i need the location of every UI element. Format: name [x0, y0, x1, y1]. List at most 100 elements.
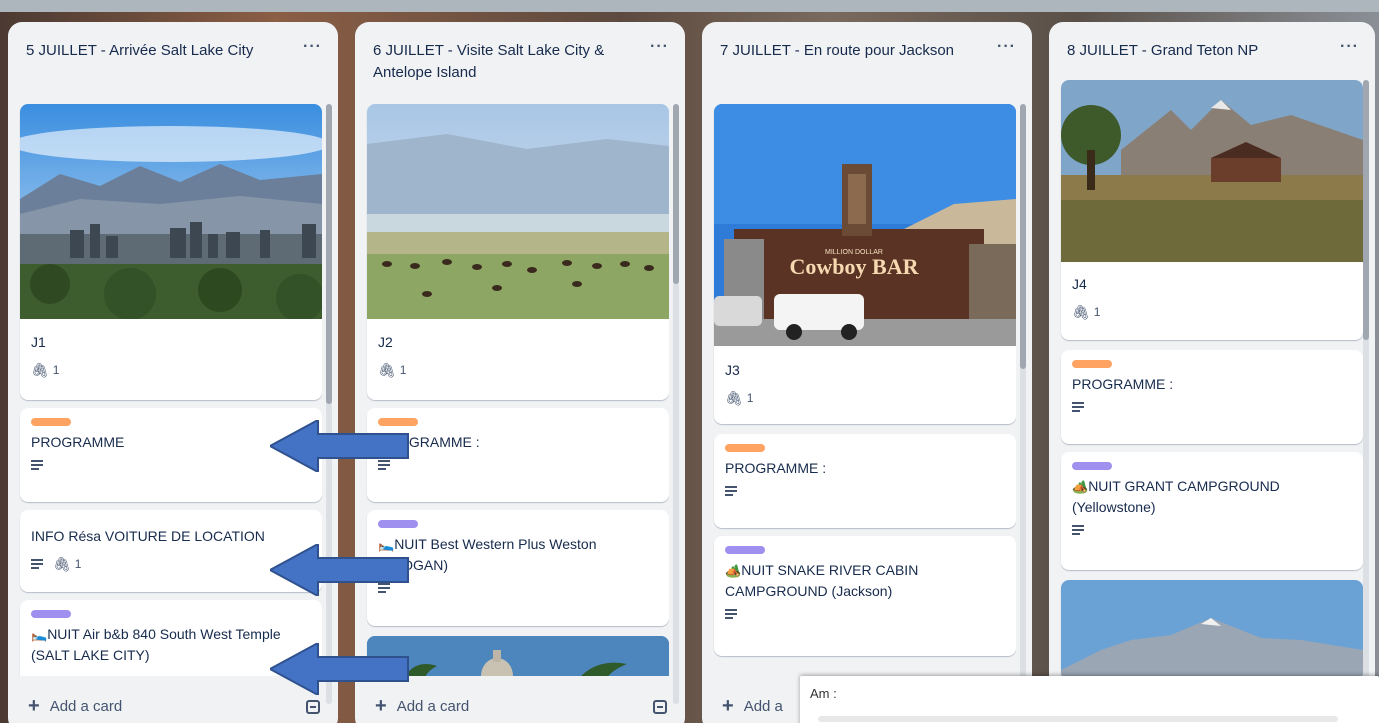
- card-badges: [378, 460, 661, 470]
- card-badges: 🖇 1: [725, 388, 1008, 408]
- attachment-badge: 🖇 1: [378, 360, 406, 380]
- scroll-thumb[interactable]: [1020, 104, 1026, 369]
- card-cover-cowboy-bar: MILLION DOLLAR Cowboy BAR: [714, 104, 1016, 346]
- card-body: J1 🖇 1: [31, 332, 314, 380]
- list-title[interactable]: 5 JUILLET - Arrivée Salt Lake City: [26, 40, 276, 62]
- attachment-badge: 🖇 1: [725, 388, 753, 408]
- attachment-badge: 🖇 1: [1072, 302, 1100, 322]
- card-teton-cover[interactable]: [1061, 580, 1363, 676]
- list-scrollbar[interactable]: [673, 104, 679, 704]
- scroll-thumb[interactable]: [326, 104, 332, 404]
- add-card-label: Add a: [743, 697, 783, 715]
- overlay-popup[interactable]: Am :: [800, 676, 1379, 723]
- list-5-juillet: 5 JUILLET - Arrivée Salt Lake City ··· J…: [8, 22, 338, 723]
- card-template-icon[interactable]: [306, 700, 320, 714]
- list-title[interactable]: 8 JUILLET - Grand Teton NP: [1067, 40, 1317, 62]
- card-j1[interactable]: J1 🖇 1: [20, 104, 322, 400]
- scroll-thumb[interactable]: [673, 104, 679, 284]
- list-title[interactable]: 7 JUILLET - En route pour Jackson: [720, 40, 970, 62]
- card-title: PROGRAMME :: [1072, 376, 1174, 392]
- card-capitol-cover[interactable]: [367, 636, 669, 676]
- card-badges: 🖇 1: [378, 360, 661, 380]
- camping-icon: 🏕️: [725, 563, 742, 578]
- list-menu-button[interactable]: ···: [303, 38, 322, 56]
- description-icon: [725, 486, 737, 496]
- list-scrollbar[interactable]: [326, 104, 332, 704]
- card-title: 🏕️NUIT GRANT CAMPGROUND (Yellowstone): [1072, 476, 1355, 517]
- camping-icon: 🏕️: [1072, 479, 1089, 494]
- purple-label[interactable]: [378, 520, 418, 528]
- annotation-arrow-3: [270, 643, 409, 695]
- list-8-juillet: 8 JUILLET - Grand Teton NP ··· J4 🖇 1 PR…: [1049, 22, 1375, 723]
- list-scrollbar[interactable]: [1363, 80, 1369, 680]
- card-cover-teton-range: [1061, 580, 1363, 676]
- card-badges: [725, 486, 1008, 496]
- orange-label[interactable]: [31, 418, 71, 426]
- card-programme[interactable]: PROGRAMME :: [714, 434, 1016, 528]
- card-badges: 🖇 1: [31, 360, 314, 380]
- card-title-text: NUIT GRANT CAMPGROUND (Yellowstone): [1072, 478, 1280, 515]
- card-body: 🛌NUIT Best Western Plus Weston n (LOGAN): [378, 520, 661, 593]
- description-icon: [1072, 402, 1084, 412]
- attachment-count: 1: [1093, 305, 1101, 319]
- card-body: 🏕️NUIT SNAKE RIVER CABIN CAMPGROUND (Jac…: [725, 546, 1008, 619]
- paperclip-icon: 🖇: [31, 362, 49, 378]
- card-j3[interactable]: MILLION DOLLAR Cowboy BAR J3 🖇 1: [714, 104, 1016, 424]
- plus-icon: +: [28, 695, 40, 717]
- card-title-text: NUIT Air b&b 840 South West Temple (SALT…: [31, 626, 281, 663]
- card-programme[interactable]: OGRAMME :: [367, 408, 669, 502]
- card-title: 🏕️NUIT SNAKE RIVER CABIN CAMPGROUND (Jac…: [725, 560, 1008, 601]
- add-card-button[interactable]: + Add a: [722, 696, 783, 716]
- card-badges: [1072, 525, 1355, 535]
- plus-icon: +: [375, 695, 387, 717]
- card-body: PROGRAMME :: [1072, 360, 1355, 412]
- sign-main-text: Cowboy BAR: [790, 254, 920, 279]
- description-icon: [31, 559, 43, 569]
- attachment-count: 1: [399, 363, 407, 377]
- card-j2[interactable]: J2 🖇 1: [367, 104, 669, 400]
- card-programme[interactable]: PROGRAMME :: [1061, 350, 1363, 444]
- card-nuit-snake-river[interactable]: 🏕️NUIT SNAKE RIVER CABIN CAMPGROUND (Jac…: [714, 536, 1016, 656]
- card-template-icon[interactable]: [653, 700, 667, 714]
- card-body: PROGRAMME :: [725, 444, 1008, 496]
- paperclip-icon: 🖇: [725, 390, 743, 406]
- scroll-thumb[interactable]: [1363, 80, 1369, 340]
- card-j4[interactable]: J4 🖇 1: [1061, 80, 1363, 340]
- add-card-label: Add a card: [396, 697, 470, 715]
- card-list: MILLION DOLLAR Cowboy BAR J3 🖇 1 PROGRAM…: [710, 104, 1016, 676]
- purple-label[interactable]: [31, 610, 71, 618]
- description-icon: [1072, 525, 1084, 535]
- card-title-text: NUIT Best Western Plus Weston: [394, 536, 597, 552]
- list-menu-button[interactable]: ···: [997, 38, 1016, 56]
- attachment-badge: 🖇 1: [31, 360, 59, 380]
- card-list: J4 🖇 1 PROGRAMME : 🏕️NUIT GRANT CAMPGROU…: [1057, 80, 1363, 676]
- orange-label[interactable]: [725, 444, 765, 452]
- popup-text: Am :: [810, 686, 837, 701]
- list-menu-button[interactable]: ···: [1340, 38, 1359, 56]
- card-body: 🏕️NUIT GRANT CAMPGROUND (Yellowstone): [1072, 462, 1355, 535]
- attachment-count: 1: [746, 391, 754, 405]
- card-badges: [725, 609, 1008, 619]
- card-body: J4 🖇 1: [1072, 274, 1355, 322]
- card-badges: 🖇 1: [1072, 302, 1355, 322]
- card-body: J2 🖇 1: [378, 332, 661, 380]
- purple-label[interactable]: [725, 546, 765, 554]
- paperclip-icon: 🖇: [53, 556, 71, 572]
- top-band: [0, 0, 1379, 12]
- card-title-text: NUIT SNAKE RIVER CABIN CAMPGROUND (Jacks…: [725, 562, 919, 599]
- list-menu-button[interactable]: ···: [650, 38, 669, 56]
- add-card-button[interactable]: + Add a card: [375, 696, 469, 716]
- purple-label[interactable]: [1072, 462, 1112, 470]
- card-title: J2: [378, 334, 393, 350]
- orange-label[interactable]: [1072, 360, 1112, 368]
- add-card-button[interactable]: + Add a card: [28, 696, 122, 716]
- card-title: OGRAMME :: [398, 434, 480, 450]
- list-title[interactable]: 6 JUILLET - Visite Salt Lake City & Ante…: [373, 40, 623, 84]
- card-nuit-grant[interactable]: 🏕️NUIT GRANT CAMPGROUND (Yellowstone): [1061, 452, 1363, 570]
- card-badges: [1072, 402, 1355, 412]
- card-nuit-best-western[interactable]: 🛌NUIT Best Western Plus Weston n (LOGAN): [367, 510, 669, 626]
- list-scrollbar[interactable]: [1020, 104, 1026, 704]
- list-7-juillet: 7 JUILLET - En route pour Jackson ··· MI…: [702, 22, 1032, 723]
- bed-icon: 🛌: [31, 627, 48, 642]
- card-title-line-2: n (LOGAN): [378, 557, 449, 573]
